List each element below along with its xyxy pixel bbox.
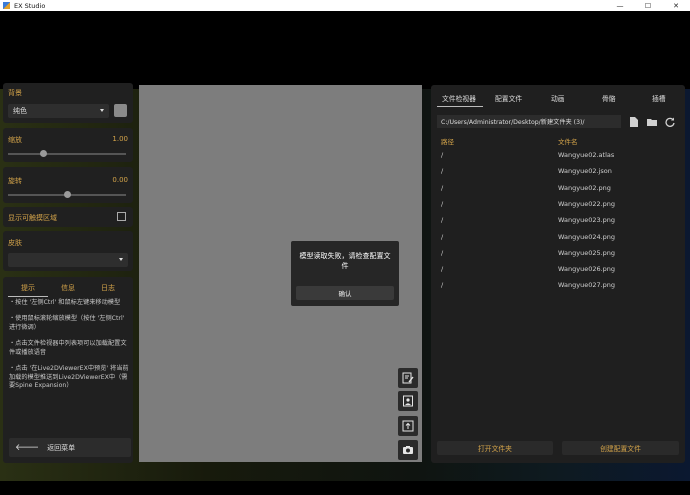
row-path: / [441, 281, 444, 290]
chevron-down-icon [119, 258, 123, 261]
tab-hints[interactable]: 提示 [8, 283, 48, 297]
maximize-button[interactable]: ☐ [634, 0, 662, 11]
scale-slider-track[interactable] [8, 153, 126, 155]
background-color-swatch[interactable] [114, 104, 127, 117]
camera-icon [403, 446, 413, 454]
row-path: / [441, 167, 444, 176]
table-row[interactable]: / Wangyue023.png [431, 212, 685, 228]
screenshot-button[interactable] [398, 440, 418, 460]
edit-notes-icon [402, 372, 414, 384]
skin-dropdown[interactable] [8, 253, 128, 267]
row-path: / [441, 183, 444, 192]
row-path: / [441, 151, 444, 159]
table-row[interactable]: / Wangyue024.png [431, 229, 685, 245]
table-row[interactable]: / Wangyue02.atlas [431, 147, 685, 163]
rotate-label: 旋转 [8, 177, 22, 185]
tab-bones[interactable]: 骨骼 [602, 93, 616, 103]
path-field[interactable]: C:/Users/Administrator/Desktop/新建文件夹 (3)… [437, 115, 621, 128]
table-row[interactable]: / Wangyue02.json [431, 163, 685, 179]
skin-card: 皮肤 [3, 231, 133, 271]
folder-button[interactable] [646, 115, 658, 128]
background-card: 背景 纯色 [3, 83, 133, 123]
refresh-button[interactable] [664, 115, 676, 128]
right-panel: 文件检视器 配置文件 动画 骨骼 插槽 C:/Users/Administrat… [431, 85, 685, 463]
show-touch-area-label: 显示可触摸区域 [8, 214, 57, 222]
scale-card: 缩放 1.00 [3, 128, 133, 162]
background-dropdown[interactable]: 纯色 [8, 104, 109, 118]
hint-load-config: ・点击文件检视器中列表项可以加载配置文件或播放语音 [9, 340, 127, 356]
minimize-button[interactable]: — [606, 0, 634, 11]
window-title: EX Studio [14, 1, 46, 10]
error-message: 模型读取失败，请检查配置文件 [299, 252, 391, 270]
table-row[interactable]: / Wangyue022.png [431, 196, 685, 212]
back-to-menu-button[interactable]: 🡐 返回菜单 [9, 438, 131, 457]
folder-icon [647, 118, 657, 126]
file-icon [630, 116, 638, 127]
rotate-slider-thumb[interactable] [63, 191, 71, 198]
row-filename: Wangyue024.png [558, 232, 616, 241]
row-path: / [441, 265, 444, 274]
edit-notes-button[interactable] [398, 368, 418, 388]
skin-label: 皮肤 [8, 239, 22, 247]
row-path: / [441, 216, 444, 225]
row-filename: Wangyue02.json [558, 167, 612, 176]
app-logo-icon [3, 2, 10, 9]
hint-move: ・按住 '左侧Ctrl' 和鼠标左键来移动模型 [9, 299, 121, 306]
left-panel: 背景 纯色 缩放 1.00 旋转 0.00 显示可触摸区域 皮肤 提示 信息 日… [3, 83, 133, 463]
error-dialog: 模型读取失败，请检查配置文件 确认 [291, 241, 399, 306]
refresh-icon [665, 117, 675, 127]
background-label: 背景 [8, 89, 22, 97]
tab-log[interactable]: 日志 [88, 283, 128, 297]
rotate-card: 旋转 0.00 [3, 167, 133, 203]
row-filename: Wangyue02.atlas [558, 151, 615, 159]
row-filename: Wangyue027.png [558, 281, 616, 290]
tab-slots[interactable]: 插槽 [652, 93, 666, 103]
back-to-menu-label: 返回菜单 [47, 443, 76, 452]
open-folder-button[interactable]: 打开文件夹 [437, 441, 553, 455]
hint-zoom: ・使用鼠标滚轮缩放模型（按住 '左侧Ctrl' 进行微调） [9, 315, 125, 331]
export-icon [402, 420, 414, 432]
row-path: / [441, 248, 444, 257]
arrow-left-icon: 🡐 [15, 443, 40, 453]
touch-area-card: 显示可触摸区域 [3, 207, 133, 227]
portrait-button[interactable] [398, 391, 418, 411]
table-row[interactable]: / Wangyue025.png [431, 245, 685, 261]
table-row[interactable]: / Wangyue02.png [431, 180, 685, 196]
row-filename: Wangyue025.png [558, 248, 616, 257]
tab-info[interactable]: 信息 [48, 283, 88, 297]
table-row[interactable]: / Wangyue027.png [431, 277, 685, 293]
row-filename: Wangyue02.png [558, 183, 611, 192]
row-filename: Wangyue026.png [558, 265, 616, 274]
portrait-icon [403, 395, 413, 407]
chevron-down-icon [100, 109, 104, 112]
column-header-filename: 文件名 [558, 138, 578, 146]
tab-animation[interactable]: 动画 [551, 93, 565, 103]
row-filename: Wangyue023.png [558, 216, 616, 225]
row-filename: Wangyue022.png [558, 199, 616, 208]
tab-file-inspector[interactable]: 文件检视器 [442, 93, 476, 103]
scale-slider-thumb[interactable] [39, 150, 47, 157]
table-row[interactable]: / Wangyue026.png [431, 261, 685, 277]
column-header-path: 路径 [441, 138, 454, 146]
show-touch-area-checkbox[interactable] [117, 212, 126, 221]
confirm-button[interactable]: 确认 [296, 286, 394, 300]
scale-value: 1.00 [112, 135, 128, 143]
scale-label: 缩放 [8, 136, 22, 144]
close-button[interactable]: ✕ [662, 0, 690, 11]
rotate-value: 0.00 [112, 176, 128, 184]
export-button[interactable] [398, 416, 418, 436]
file-button[interactable] [628, 115, 640, 128]
create-config-button[interactable]: 创建配置文件 [562, 441, 679, 455]
hint-preview: ・点击 '在Live2DViewerEX中预览' 将当前加载的模型推送到Live… [9, 365, 129, 389]
tab-config-file[interactable]: 配置文件 [495, 93, 522, 103]
info-card: 提示 信息 日志 ・按住 '左侧Ctrl' 和鼠标左键来移动模型 ・使用鼠标滚轮… [3, 277, 133, 463]
background-dropdown-value: 纯色 [13, 107, 27, 115]
title-bar: EX Studio — ☐ ✕ [0, 0, 690, 11]
row-path: / [441, 232, 444, 241]
row-path: / [441, 199, 444, 208]
active-tab-indicator [437, 106, 483, 107]
